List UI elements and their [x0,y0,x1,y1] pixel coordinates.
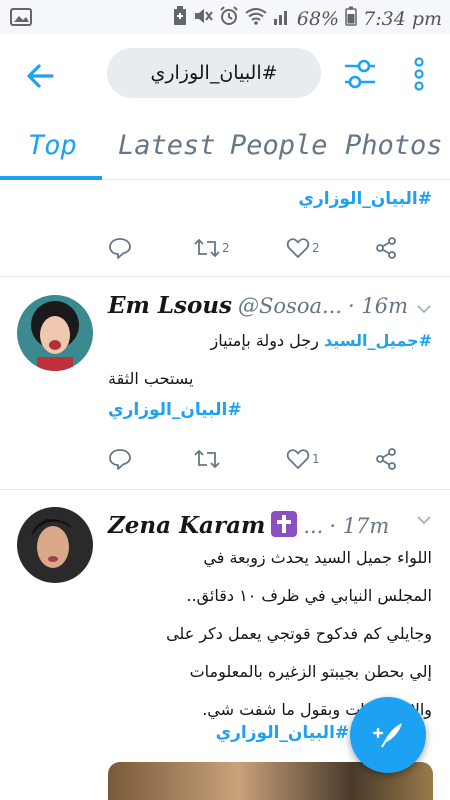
hashtag-link[interactable]: #البيان_الوزاري [108,400,242,420]
avatar[interactable] [17,295,93,371]
share-button[interactable] [374,444,398,474]
retweet-icon [194,238,220,258]
vertical-dots-icon [414,57,424,91]
tweet-text-line: يستحب الثقة [108,369,194,388]
wifi-icon [245,7,267,30]
tab-photos[interactable]: Photos [345,130,443,161]
battery-icon [345,6,357,31]
retweet-button[interactable] [194,444,220,474]
tweet-actions: 2 2 [108,233,408,263]
alarm-icon [219,6,239,31]
user-handle[interactable]: @Sosoa... [238,294,342,318]
tab-people[interactable]: People [230,130,328,161]
sliders-icon [345,59,375,89]
mute-icon [193,7,213,30]
like-count: 1 [312,452,320,466]
status-bar: 68% 7:34 pm [0,0,450,34]
tweet[interactable]: Em Lsous @Sosoa... · 16m #جميل_السيد رجل… [0,278,450,490]
reply-button[interactable] [108,233,132,263]
heart-icon [286,449,310,469]
reply-button[interactable] [108,444,132,474]
tab-top[interactable]: Top [28,130,77,161]
active-tab-indicator [0,176,102,180]
user-handle[interactable]: ... [303,514,323,538]
tweet-time: · 17m [329,514,390,538]
like-button[interactable]: 1 [286,444,320,474]
retweet-button[interactable]: 2 [194,233,230,263]
tweet-text-line: إلي بحطن بجيبتو الزغيره بالمعلومات [189,662,432,681]
search-header: #البيان_الوزاري [0,34,450,118]
tweet-text: #جميل_السيد رجل دولة بإمتياز يستحب الثقة [108,322,432,398]
tweet-text-line: #جميل_السيد رجل دولة بإمتياز [108,322,432,360]
heart-icon [286,238,310,258]
hashtag-link[interactable]: #جميل_السيد [324,331,432,350]
display-name[interactable]: Em Lsous [108,292,232,319]
reply-icon [109,238,131,259]
search-tabs: Top Latest People Photos [0,118,450,180]
share-button[interactable] [374,233,398,263]
display-name[interactable]: Zena Karam [108,512,265,539]
compose-tweet-button[interactable] [350,697,426,773]
tweet-text-fragment: رجل دولة بإمتياز [210,331,324,350]
search-input[interactable]: #البيان_الوزاري [107,48,321,98]
battery-saver-icon [173,6,187,31]
chevron-down-icon[interactable] [416,304,432,314]
tweet-text-line: وجايلي كم فدكوح قوتجي يعمل دكر على [166,624,432,643]
clock: 7:34 pm [363,7,442,30]
chevron-down-icon[interactable] [416,515,432,525]
gallery-notification-icon [10,8,32,30]
tweet[interactable]: #البيان_الوزاري 2 2 [0,181,450,277]
tweet-time: · 16m [348,294,409,318]
share-icon [376,448,396,470]
tweet-text-line: اللواء جميل السيد يحدث زوبعة في [203,548,432,567]
like-count: 2 [312,241,320,255]
tweet-header: Zena Karam ... · 17m [108,507,389,539]
tweet-actions: 1 [108,444,408,474]
tab-latest[interactable]: Latest [118,130,216,161]
signal-icon [273,7,291,30]
battery-percent: 68% [296,7,340,30]
cross-emoji-icon [271,511,298,537]
tweet-text-line: المجلس النيابي في ظرف ١٠ دقائق.. [186,586,432,605]
retweet-icon [194,449,220,469]
arrow-left-icon [27,64,54,88]
back-button[interactable] [22,58,58,94]
share-icon [376,237,396,259]
retweet-count: 2 [222,241,230,255]
like-button[interactable]: 2 [286,233,320,263]
compose-feather-icon [372,723,402,748]
hashtag-link[interactable]: #البيان_الوزاري [298,189,432,209]
avatar[interactable] [17,507,93,583]
overflow-menu-button[interactable] [407,54,431,94]
tweet-header: Em Lsous @Sosoa... · 16m [108,292,408,319]
filter-button[interactable] [342,54,378,94]
reply-icon [109,449,131,470]
